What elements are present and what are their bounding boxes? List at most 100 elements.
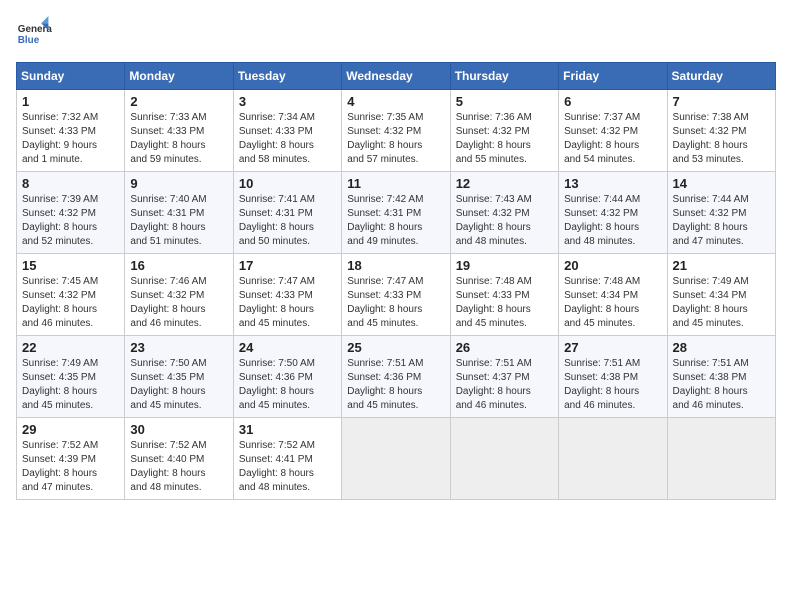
calendar-day-cell: 17Sunrise: 7:47 AM Sunset: 4:33 PM Dayli… bbox=[233, 254, 341, 336]
calendar-day-cell: 15 Sunrise: 7:45 AM Sunset: 4:32 PM Dayli… bbox=[17, 254, 125, 336]
calendar-day-cell: 12 Sunrise: 7:43 AM Sunset: 4:32 PM Dayli… bbox=[450, 172, 558, 254]
calendar-day-cell: 7Sunrise: 7:38 AM Sunset: 4:32 PM Daylig… bbox=[667, 90, 775, 172]
day-number: 28 bbox=[673, 340, 770, 355]
calendar-day-cell bbox=[559, 418, 667, 500]
day-number: 27 bbox=[564, 340, 661, 355]
logo: General Blue bbox=[16, 16, 52, 52]
day-number: 17 bbox=[239, 258, 336, 273]
day-number: 21 bbox=[673, 258, 770, 273]
calendar-day-cell: 25 Sunrise: 7:51 AM Sunset: 4:36 PM Dayli… bbox=[342, 336, 450, 418]
day-number: 14 bbox=[673, 176, 770, 191]
calendar-day-cell: 16 Sunrise: 7:46 AM Sunset: 4:32 PM Dayli… bbox=[125, 254, 233, 336]
calendar-day-cell: 14 Sunrise: 7:44 AM Sunset: 4:32 PM Dayli… bbox=[667, 172, 775, 254]
logo-icon: General Blue bbox=[16, 16, 52, 52]
calendar-day-cell: 30 Sunrise: 7:52 AM Sunset: 4:40 PM Dayli… bbox=[125, 418, 233, 500]
day-info: Sunrise: 7:46 AM Sunset: 4:32 PM Dayligh… bbox=[130, 275, 227, 331]
weekday-header-wednesday: Wednesday bbox=[342, 63, 450, 90]
day-number: 13 bbox=[564, 176, 661, 191]
day-info: Sunrise: 7:41 AM Sunset: 4:31 PM Dayligh… bbox=[239, 193, 336, 249]
calendar-day-cell: 27 Sunrise: 7:51 AM Sunset: 4:38 PM Dayli… bbox=[559, 336, 667, 418]
calendar-day-cell: 5 Sunrise: 7:36 AM Sunset: 4:32 PM Daylig… bbox=[450, 90, 558, 172]
day-info: Sunrise: 7:43 AM Sunset: 4:32 PM Dayligh… bbox=[456, 193, 553, 249]
calendar-day-cell: 24Sunrise: 7:50 AM Sunset: 4:36 PM Dayli… bbox=[233, 336, 341, 418]
day-number: 20 bbox=[564, 258, 661, 273]
day-info: Sunrise: 7:39 AM Sunset: 4:32 PM Dayligh… bbox=[22, 193, 119, 249]
calendar-week-row: 1 Sunrise: 7:32 AM Sunset: 4:33 PM Daylig… bbox=[17, 90, 776, 172]
calendar-body: 1 Sunrise: 7:32 AM Sunset: 4:33 PM Daylig… bbox=[17, 90, 776, 500]
day-info: Sunrise: 7:51 AM Sunset: 4:38 PM Dayligh… bbox=[564, 357, 661, 413]
calendar-day-cell: 29 Sunrise: 7:52 AM Sunset: 4:39 PM Dayli… bbox=[17, 418, 125, 500]
day-info: Sunrise: 7:36 AM Sunset: 4:32 PM Dayligh… bbox=[456, 111, 553, 167]
day-info: Sunrise: 7:52 AM Sunset: 4:39 PM Dayligh… bbox=[22, 439, 119, 495]
day-info: Sunrise: 7:42 AM Sunset: 4:31 PM Dayligh… bbox=[347, 193, 444, 249]
calendar-day-cell: 22 Sunrise: 7:49 AM Sunset: 4:35 PM Dayli… bbox=[17, 336, 125, 418]
day-info: Sunrise: 7:48 AM Sunset: 4:33 PM Dayligh… bbox=[456, 275, 553, 331]
calendar-day-cell: 2Sunrise: 7:33 AM Sunset: 4:33 PM Daylig… bbox=[125, 90, 233, 172]
day-number: 4 bbox=[347, 94, 444, 109]
day-info: Sunrise: 7:48 AM Sunset: 4:34 PM Dayligh… bbox=[564, 275, 661, 331]
day-info: Sunrise: 7:52 AM Sunset: 4:41 PM Dayligh… bbox=[239, 439, 336, 495]
calendar-day-cell: 4 Sunrise: 7:35 AM Sunset: 4:32 PM Daylig… bbox=[342, 90, 450, 172]
calendar-day-cell: 31 Sunrise: 7:52 AM Sunset: 4:41 PM Dayli… bbox=[233, 418, 341, 500]
day-info: Sunrise: 7:40 AM Sunset: 4:31 PM Dayligh… bbox=[130, 193, 227, 249]
calendar-header: SundayMondayTuesdayWednesdayThursdayFrid… bbox=[17, 63, 776, 90]
calendar-table: SundayMondayTuesdayWednesdayThursdayFrid… bbox=[16, 62, 776, 500]
day-info: Sunrise: 7:32 AM Sunset: 4:33 PM Dayligh… bbox=[22, 111, 119, 167]
day-info: Sunrise: 7:45 AM Sunset: 4:32 PM Dayligh… bbox=[22, 275, 119, 331]
day-number: 31 bbox=[239, 422, 336, 437]
day-number: 26 bbox=[456, 340, 553, 355]
day-number: 7 bbox=[673, 94, 770, 109]
weekday-header-tuesday: Tuesday bbox=[233, 63, 341, 90]
calendar-day-cell: 8Sunrise: 7:39 AM Sunset: 4:32 PM Daylig… bbox=[17, 172, 125, 254]
calendar-day-cell: 11 Sunrise: 7:42 AM Sunset: 4:31 PM Dayli… bbox=[342, 172, 450, 254]
day-info: Sunrise: 7:44 AM Sunset: 4:32 PM Dayligh… bbox=[673, 193, 770, 249]
calendar-week-row: 29 Sunrise: 7:52 AM Sunset: 4:39 PM Dayli… bbox=[17, 418, 776, 500]
day-number: 6 bbox=[564, 94, 661, 109]
day-number: 30 bbox=[130, 422, 227, 437]
day-number: 16 bbox=[130, 258, 227, 273]
calendar-day-cell: 9 Sunrise: 7:40 AM Sunset: 4:31 PM Daylig… bbox=[125, 172, 233, 254]
calendar-day-cell: 13 Sunrise: 7:44 AM Sunset: 4:32 PM Dayli… bbox=[559, 172, 667, 254]
day-number: 19 bbox=[456, 258, 553, 273]
calendar-day-cell: 26 Sunrise: 7:51 AM Sunset: 4:37 PM Dayli… bbox=[450, 336, 558, 418]
day-number: 10 bbox=[239, 176, 336, 191]
day-info: Sunrise: 7:51 AM Sunset: 4:36 PM Dayligh… bbox=[347, 357, 444, 413]
calendar-day-cell: 3 Sunrise: 7:34 AM Sunset: 4:33 PM Daylig… bbox=[233, 90, 341, 172]
day-info: Sunrise: 7:47 AM Sunset: 4:33 PM Dayligh… bbox=[347, 275, 444, 331]
calendar-day-cell: 28Sunrise: 7:51 AM Sunset: 4:38 PM Dayli… bbox=[667, 336, 775, 418]
day-number: 29 bbox=[22, 422, 119, 437]
day-number: 1 bbox=[22, 94, 119, 109]
weekday-header-row: SundayMondayTuesdayWednesdayThursdayFrid… bbox=[17, 63, 776, 90]
day-info: Sunrise: 7:49 AM Sunset: 4:35 PM Dayligh… bbox=[22, 357, 119, 413]
calendar-day-cell: 23Sunrise: 7:50 AM Sunset: 4:35 PM Dayli… bbox=[125, 336, 233, 418]
calendar-day-cell: 10 Sunrise: 7:41 AM Sunset: 4:31 PM Dayli… bbox=[233, 172, 341, 254]
day-info: Sunrise: 7:34 AM Sunset: 4:33 PM Dayligh… bbox=[239, 111, 336, 167]
day-number: 15 bbox=[22, 258, 119, 273]
calendar-day-cell: 6 Sunrise: 7:37 AM Sunset: 4:32 PM Daylig… bbox=[559, 90, 667, 172]
day-number: 3 bbox=[239, 94, 336, 109]
day-info: Sunrise: 7:37 AM Sunset: 4:32 PM Dayligh… bbox=[564, 111, 661, 167]
day-info: Sunrise: 7:50 AM Sunset: 4:36 PM Dayligh… bbox=[239, 357, 336, 413]
day-number: 5 bbox=[456, 94, 553, 109]
calendar-day-cell bbox=[667, 418, 775, 500]
weekday-header-monday: Monday bbox=[125, 63, 233, 90]
day-number: 2 bbox=[130, 94, 227, 109]
day-info: Sunrise: 7:51 AM Sunset: 4:37 PM Dayligh… bbox=[456, 357, 553, 413]
calendar-day-cell: 21 Sunrise: 7:49 AM Sunset: 4:34 PM Dayli… bbox=[667, 254, 775, 336]
calendar-week-row: 22 Sunrise: 7:49 AM Sunset: 4:35 PM Dayli… bbox=[17, 336, 776, 418]
day-info: Sunrise: 7:52 AM Sunset: 4:40 PM Dayligh… bbox=[130, 439, 227, 495]
calendar-day-cell bbox=[450, 418, 558, 500]
day-number: 12 bbox=[456, 176, 553, 191]
day-number: 9 bbox=[130, 176, 227, 191]
day-info: Sunrise: 7:44 AM Sunset: 4:32 PM Dayligh… bbox=[564, 193, 661, 249]
day-number: 22 bbox=[22, 340, 119, 355]
calendar-day-cell bbox=[342, 418, 450, 500]
day-number: 25 bbox=[347, 340, 444, 355]
page-header: General Blue bbox=[16, 16, 776, 52]
weekday-header-sunday: Sunday bbox=[17, 63, 125, 90]
day-info: Sunrise: 7:35 AM Sunset: 4:32 PM Dayligh… bbox=[347, 111, 444, 167]
day-number: 11 bbox=[347, 176, 444, 191]
calendar-day-cell: 20 Sunrise: 7:48 AM Sunset: 4:34 PM Dayli… bbox=[559, 254, 667, 336]
svg-text:Blue: Blue bbox=[18, 35, 40, 46]
day-info: Sunrise: 7:49 AM Sunset: 4:34 PM Dayligh… bbox=[673, 275, 770, 331]
